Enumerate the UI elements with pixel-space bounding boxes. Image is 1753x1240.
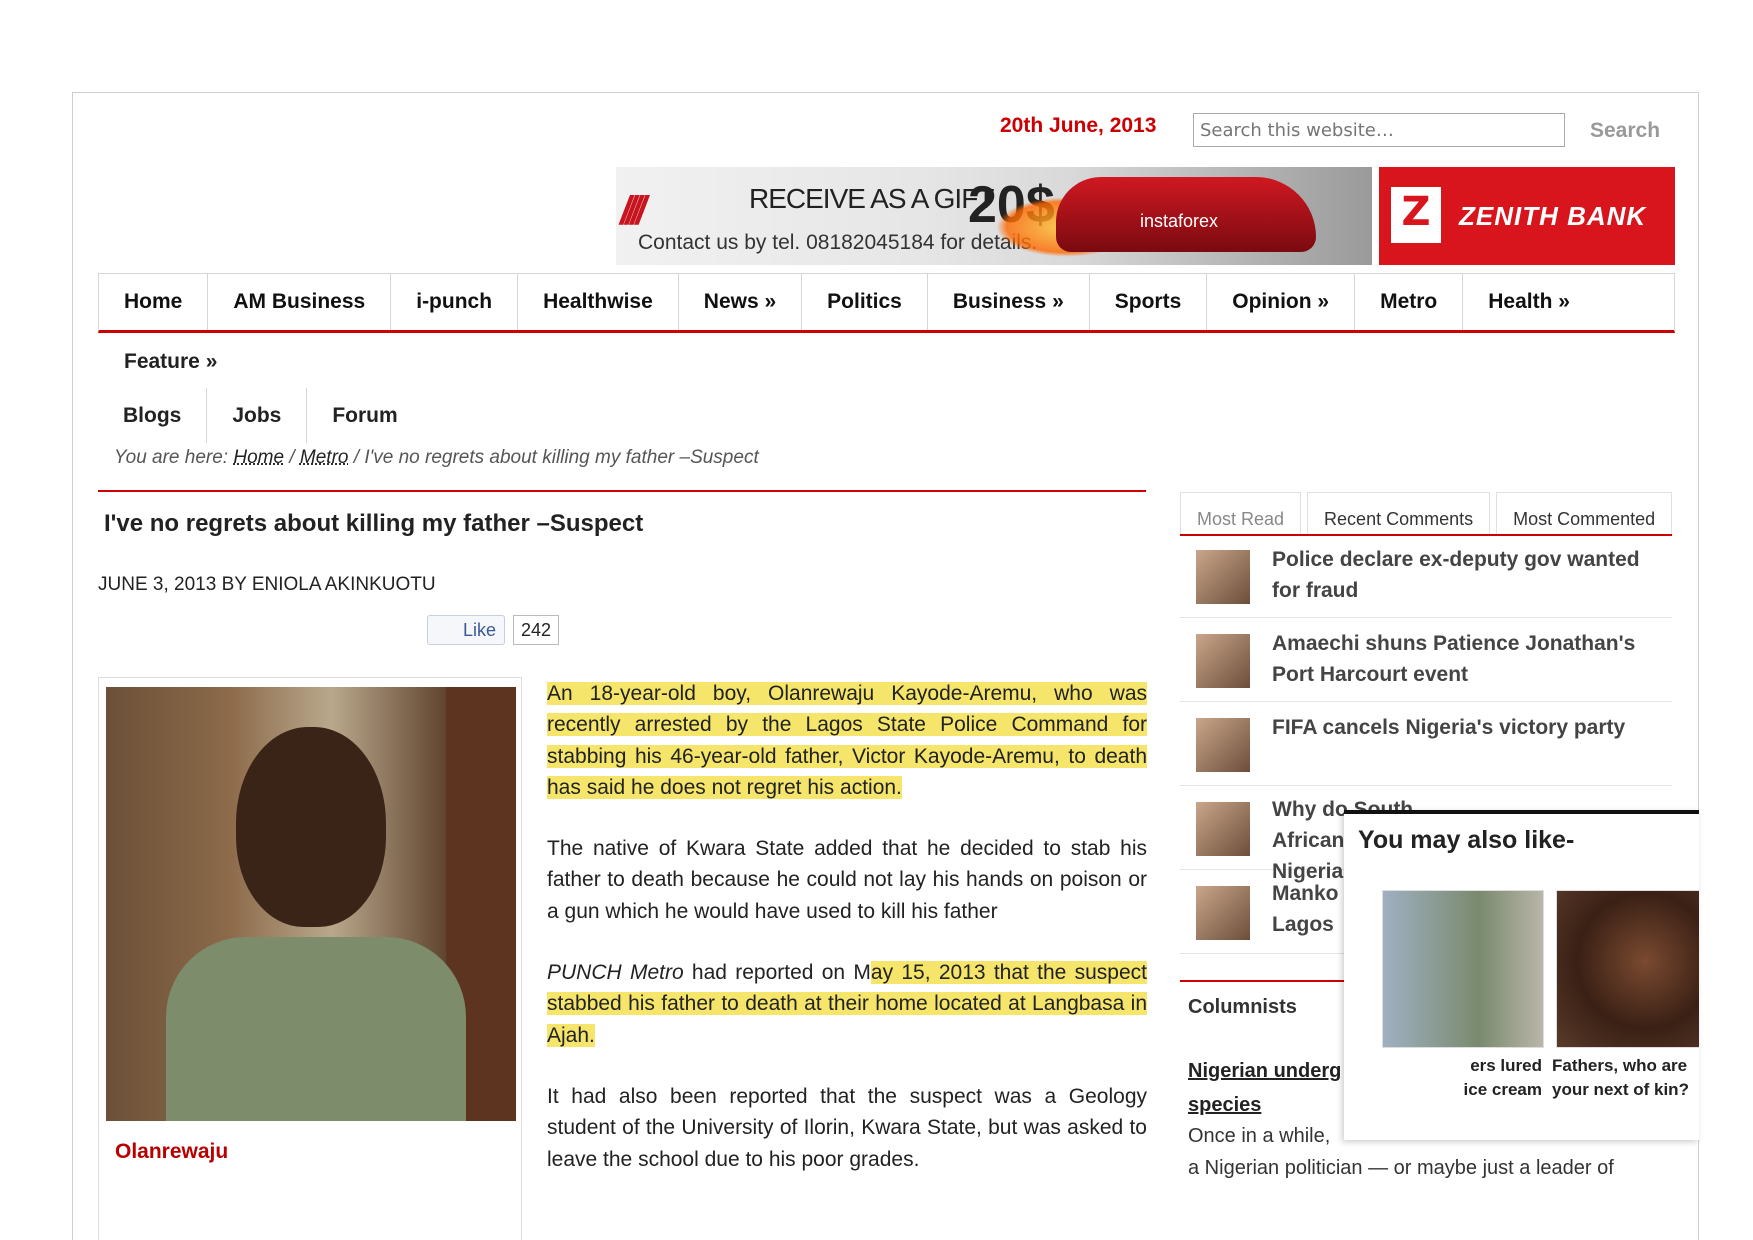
title-line[interactable]: Fathers, who are bbox=[1552, 1054, 1699, 1078]
nav-opinion[interactable]: Opinion » bbox=[1207, 274, 1356, 330]
ad-contact: Contact us by tel. 08182045184 for detai… bbox=[638, 231, 1038, 254]
nav-am-business[interactable]: AM Business bbox=[208, 274, 392, 330]
article-paragraph: PUNCH Metro had reported on May 15, 2013… bbox=[547, 957, 1147, 1051]
breadcrumb-separator: / bbox=[289, 447, 295, 468]
nav-feature[interactable]: Feature » bbox=[124, 350, 217, 374]
related-card-image[interactable] bbox=[1382, 890, 1544, 1048]
content-divider bbox=[98, 490, 1146, 492]
nav-news[interactable]: News » bbox=[679, 274, 803, 330]
search-button[interactable]: Search bbox=[1590, 119, 1660, 143]
photo-shirt-shape bbox=[166, 937, 466, 1121]
nav-i-punch[interactable]: i-punch bbox=[391, 274, 519, 330]
nav-forum[interactable]: Forum bbox=[307, 388, 422, 443]
header-date: 20th June, 2013 bbox=[1000, 114, 1157, 137]
main-nav: Home AM Business i-punch Healthwise News… bbox=[98, 273, 1675, 333]
list-item-title[interactable]: Manko Lagos bbox=[1272, 878, 1352, 940]
article-paragraph: It had also been reported that the suspe… bbox=[547, 1084, 1147, 1171]
breadcrumb-current: I've no regrets about killing my father … bbox=[364, 447, 759, 468]
breadcrumb-metro-link[interactable]: Metro bbox=[300, 447, 349, 468]
zenith-name: ZENITH BANK bbox=[1459, 201, 1647, 231]
instaforex-ad-banner[interactable]: //// RECEIVE AS A GIFT 20$ Contact us by… bbox=[616, 167, 1372, 265]
columnist-article-link[interactable]: Nigerian underg species bbox=[1188, 1054, 1341, 1122]
list-item[interactable]: Amaechi shuns Patience Jonathan's Port H… bbox=[1180, 618, 1672, 702]
breadcrumb-separator: / bbox=[353, 447, 360, 468]
you-may-also-like-popup[interactable]: You may also like- ers lured ice cream F… bbox=[1344, 810, 1699, 1140]
list-item[interactable]: FIFA cancels Nigeria's victory party bbox=[1180, 702, 1672, 786]
tab-most-commented[interactable]: Most Commented bbox=[1496, 492, 1673, 536]
nav-home[interactable]: Home bbox=[99, 274, 209, 330]
photo-caption: Olanrewaju bbox=[115, 1140, 229, 1163]
ad-brand: instaforex bbox=[1140, 211, 1219, 231]
article-paragraph: An 18-year-old boy, Olanrewaju Kayode-Ar… bbox=[547, 678, 1147, 803]
link-line[interactable]: Nigerian underg bbox=[1188, 1054, 1341, 1088]
breadcrumb-home-link[interactable]: Home bbox=[233, 447, 284, 468]
highlighted-text: An 18-year-old boy, Olanrewaju Kayode-Ar… bbox=[547, 682, 1147, 799]
columnists-heading: Columnists bbox=[1188, 996, 1297, 1018]
link-line[interactable]: species bbox=[1188, 1088, 1341, 1122]
nav-healthwise[interactable]: Healthwise bbox=[518, 274, 679, 330]
tertiary-nav: Blogs Jobs Forum bbox=[98, 388, 423, 443]
article-headline: I've no regrets about killing my father … bbox=[104, 510, 644, 537]
tab-most-read[interactable]: Most Read bbox=[1180, 492, 1302, 536]
like-label: Like bbox=[462, 619, 496, 640]
list-item-title[interactable]: Amaechi shuns Patience Jonathan's Port H… bbox=[1272, 628, 1672, 690]
title-line[interactable]: ers lured bbox=[1424, 1054, 1542, 1078]
thumbnail bbox=[1196, 550, 1250, 604]
nav-health[interactable]: Health » bbox=[1463, 274, 1595, 330]
article-body: An 18-year-old boy, Olanrewaju Kayode-Ar… bbox=[547, 678, 1147, 1205]
thumbnail bbox=[1196, 634, 1250, 688]
paragraph-text: had reported on M bbox=[683, 961, 871, 985]
ad-gift-text: RECEIVE AS A GIFT bbox=[749, 183, 994, 214]
article-paragraph: The native of Kwara State added that he … bbox=[547, 837, 1147, 923]
facebook-like-button[interactable]: Like bbox=[427, 615, 505, 645]
list-item-title[interactable]: FIFA cancels Nigeria's victory party bbox=[1272, 712, 1672, 743]
like-count: 242 bbox=[513, 615, 559, 645]
zenith-logo-icon: Z bbox=[1391, 187, 1441, 243]
article-photo bbox=[106, 687, 516, 1121]
title-line[interactable]: ice cream bbox=[1424, 1078, 1542, 1102]
photo-head-shape bbox=[236, 727, 386, 927]
sidebar-tabs: Most Read Recent Comments Most Commented bbox=[1180, 492, 1673, 536]
nav-jobs[interactable]: Jobs bbox=[207, 388, 308, 443]
nav-politics[interactable]: Politics bbox=[802, 274, 928, 330]
search-input[interactable] bbox=[1193, 113, 1565, 147]
breadcrumb: You are here: Home / Metro / I've no reg… bbox=[114, 447, 759, 469]
title-line[interactable]: your next of kin? bbox=[1552, 1078, 1699, 1102]
related-card-title[interactable]: Fathers, who are your next of kin? bbox=[1552, 1054, 1699, 1102]
thumbnail bbox=[1196, 802, 1250, 856]
excerpt-line: a Nigerian politician — or maybe just a … bbox=[1188, 1157, 1614, 1179]
list-item[interactable]: Police declare ex-deputy gov wanted for … bbox=[1180, 540, 1672, 618]
list-item-title[interactable]: Police declare ex-deputy gov wanted for … bbox=[1272, 544, 1672, 606]
thumbnail bbox=[1196, 886, 1250, 940]
tab-recent-comments[interactable]: Recent Comments bbox=[1307, 492, 1491, 536]
nav-business[interactable]: Business » bbox=[928, 274, 1090, 330]
related-card-image[interactable] bbox=[1556, 890, 1699, 1048]
popup-title: You may also like- bbox=[1358, 826, 1575, 854]
thumbnail bbox=[1196, 718, 1250, 772]
nav-blogs[interactable]: Blogs bbox=[98, 388, 208, 443]
nav-sports[interactable]: Sports bbox=[1090, 274, 1208, 330]
article-byline: JUNE 3, 2013 BY ENIOLA AKINKUOTU bbox=[98, 574, 436, 595]
tabs-underline bbox=[1180, 534, 1672, 536]
related-card-title[interactable]: ers lured ice cream bbox=[1424, 1054, 1542, 1102]
breadcrumb-prefix: You are here: bbox=[114, 447, 229, 468]
stripes-graphic: //// bbox=[620, 189, 647, 233]
nav-metro[interactable]: Metro bbox=[1355, 274, 1464, 330]
zenith-bank-ad[interactable]: Z ZENITH BANK bbox=[1379, 167, 1675, 265]
publication-name: PUNCH Metro bbox=[547, 961, 684, 985]
